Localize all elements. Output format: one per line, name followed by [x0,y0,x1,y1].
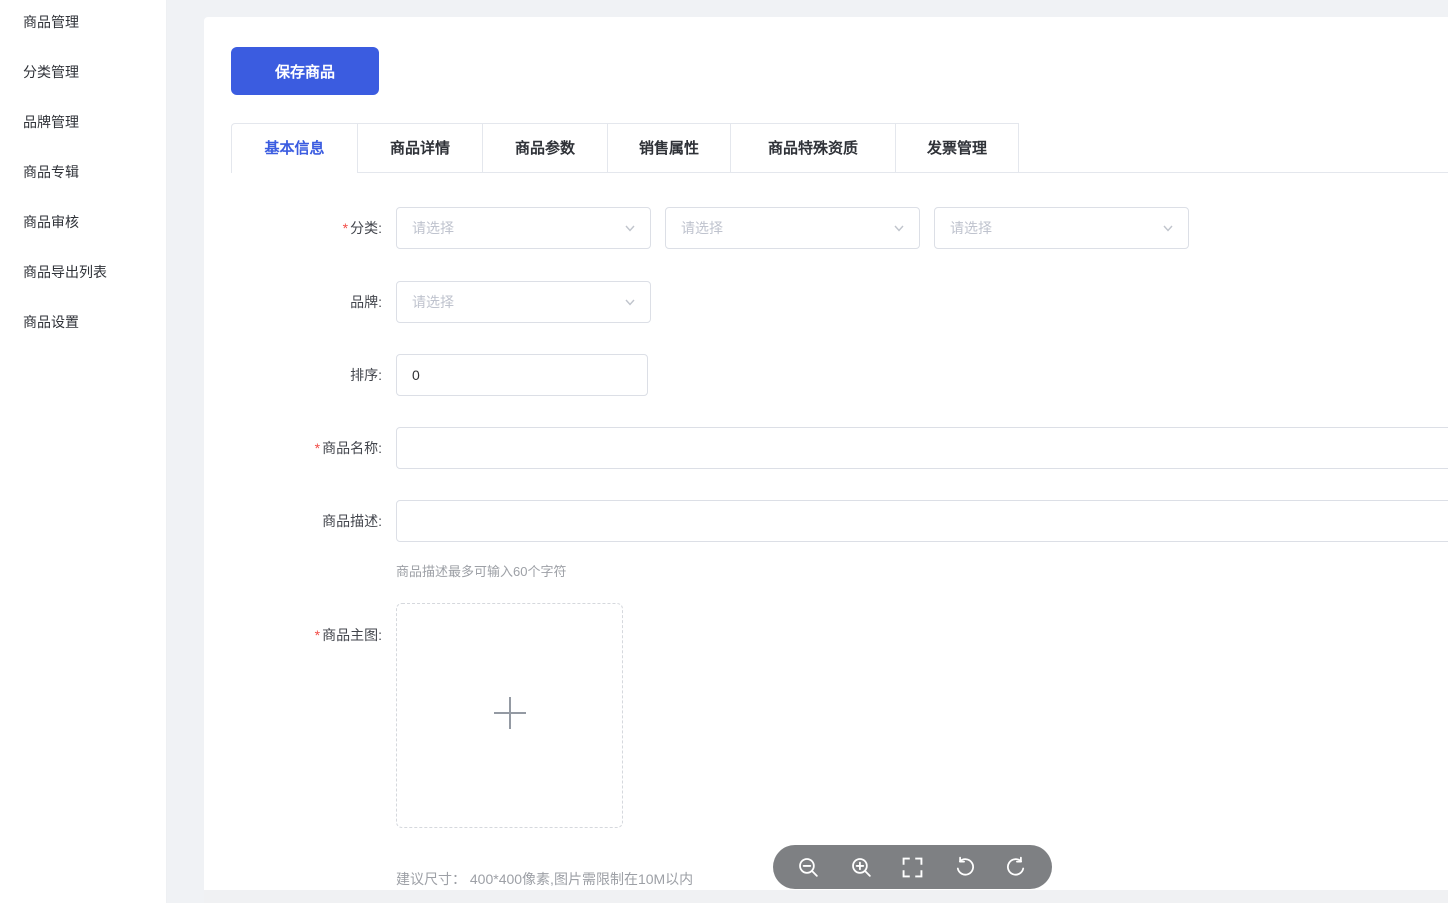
category-select-level1[interactable]: 请选择 [396,207,651,249]
product-name-input[interactable] [396,427,1448,469]
rotate-left-icon [953,856,976,879]
tab-product-details[interactable]: 商品详情 [358,123,483,172]
tab-special-qualifications[interactable]: 商品特殊资质 [731,123,896,172]
sidebar-item-product-export-list[interactable]: 商品导出列表 [0,247,166,297]
required-star: * [315,627,320,643]
category-select-level2-placeholder: 请选择 [681,218,723,238]
screen: 商品管理 分类管理 品牌管理 商品专辑 商品审核 商品导出列表 商品设置 保存商… [0,0,1448,903]
main-image-hint: 建议尺寸： 400*400像素,图片需限制在10M以内 [396,869,693,889]
sort-input[interactable] [396,354,648,396]
sidebar-items: 商品管理 分类管理 品牌管理 商品专辑 商品审核 商品导出列表 商品设置 [0,0,166,347]
chevron-down-icon [892,221,906,235]
product-name-label: *商品名称: [204,427,382,469]
zoom-in-icon [850,856,873,879]
product-desc-hint: 商品描述最多可输入60个字符 [396,561,566,580]
brand-select[interactable]: 请选择 [396,281,651,323]
tab-invoice-management[interactable]: 发票管理 [896,123,1019,172]
sidebar-item-product-album[interactable]: 商品专辑 [0,147,166,197]
required-star: * [315,440,320,456]
zoom-out-button[interactable] [797,856,820,879]
rotate-left-button[interactable] [953,856,976,879]
sidebar-item-product-management[interactable]: 商品管理 [0,0,166,47]
brand-label: 品牌: [204,281,382,323]
tab-product-parameters[interactable]: 商品参数 [483,123,608,172]
zoom-in-button[interactable] [850,856,873,879]
category-select-level1-placeholder: 请选择 [412,218,454,238]
sidebar-item-product-review[interactable]: 商品审核 [0,197,166,247]
category-select-level2[interactable]: 请选择 [665,207,920,249]
category-label: *分类: [204,207,382,249]
tab-sales-attributes[interactable]: 销售属性 [608,123,731,172]
product-desc-label: 商品描述: [204,500,382,542]
image-viewer-toolbar [773,845,1052,889]
product-desc-input[interactable] [396,500,1448,542]
plus-icon [493,696,527,735]
zoom-out-icon [797,856,820,879]
fullscreen-button[interactable] [902,857,923,878]
sidebar-item-brand-management[interactable]: 品牌管理 [0,97,166,147]
category-select-level3[interactable]: 请选择 [934,207,1189,249]
rotate-right-icon [1005,856,1028,879]
rotate-right-button[interactable] [1005,856,1028,879]
main-image-label: *商品主图: [204,625,382,645]
chevron-down-icon [1161,221,1175,235]
sidebar-item-category-management[interactable]: 分类管理 [0,47,166,97]
category-select-level3-placeholder: 请选择 [950,218,992,238]
sort-label: 排序: [204,354,382,396]
bottom-strip [204,890,1448,903]
save-product-button[interactable]: 保存商品 [231,47,379,95]
sidebar: 商品管理 分类管理 品牌管理 商品专辑 商品审核 商品导出列表 商品设置 [0,0,167,903]
main-card: 保存商品 基本信息 商品详情 商品参数 销售属性 商品特殊资质 发票管理 *分类… [204,17,1448,903]
main-image-upload[interactable] [396,603,623,828]
fullscreen-icon [902,857,923,878]
tab-basic-info[interactable]: 基本信息 [231,123,358,173]
required-star: * [343,220,348,236]
chevron-down-icon [623,295,637,309]
chevron-down-icon [623,221,637,235]
sidebar-item-product-settings[interactable]: 商品设置 [0,297,166,347]
brand-select-placeholder: 请选择 [412,292,454,312]
tab-bar: 基本信息 商品详情 商品参数 销售属性 商品特殊资质 发票管理 [231,123,1019,173]
